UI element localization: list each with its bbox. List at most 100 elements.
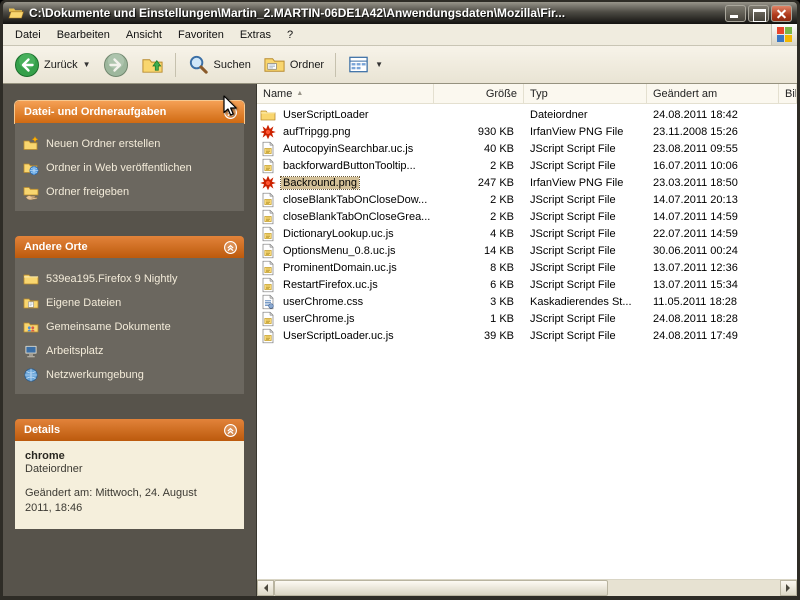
sidebar-task-item[interactable]: Ordner in Web veröffentlichen (23, 156, 236, 180)
section-body-file-tasks: Neuen Ordner erstellenOrdner in Web verö… (15, 123, 244, 211)
file-size: 8 KB (434, 262, 524, 274)
open-folder-icon (8, 5, 24, 21)
file-name: aufTripgg.png (281, 126, 352, 138)
details-folder-name: chrome (25, 450, 234, 462)
scroll-right-icon (786, 584, 794, 592)
css-icon (260, 294, 276, 310)
file-row[interactable]: userChrome.js1 KBJScript Script File24.0… (257, 310, 797, 327)
file-row[interactable]: OptionsMenu_0.8.uc.js14 KBJScript Script… (257, 242, 797, 259)
column-header-modified[interactable]: Geändert am (647, 84, 779, 103)
windows-logo (771, 24, 797, 45)
views-dropdown-icon[interactable]: ▼ (375, 60, 383, 69)
file-row[interactable]: UserScriptLoaderDateiordner24.08.2011 18… (257, 106, 797, 123)
jscript-icon (260, 243, 276, 259)
file-type: Dateiordner (524, 109, 647, 121)
jscript-icon (260, 141, 276, 157)
network-icon (23, 367, 39, 383)
menu-item-extras[interactable]: Extras (232, 25, 279, 45)
file-row[interactable]: DictionaryLookup.uc.js4 KBJScript Script… (257, 225, 797, 242)
forward-button[interactable] (98, 49, 134, 81)
column-header-name[interactable]: Name▲ (257, 84, 434, 103)
views-button[interactable]: ▼ (342, 50, 388, 79)
file-name: DictionaryLookup.uc.js (281, 228, 396, 240)
collapse-chevron-icon[interactable] (223, 105, 238, 120)
file-type: JScript Script File (524, 313, 647, 325)
file-modified: 13.07.2011 15:34 (647, 279, 779, 291)
file-size: 4 KB (434, 228, 524, 240)
sidebar-task-item[interactable]: Arbeitsplatz (23, 339, 236, 363)
file-modified: 13.07.2011 12:36 (647, 262, 779, 274)
section-header-details[interactable]: Details (15, 419, 244, 441)
file-size: 3 KB (434, 296, 524, 308)
file-row[interactable]: closeBlankTabOnCloseDow...2 KBJScript Sc… (257, 191, 797, 208)
file-modified: 24.08.2011 18:42 (647, 109, 779, 121)
file-row[interactable]: backforwardButtonTooltip...2 KBJScript S… (257, 157, 797, 174)
column-header-image[interactable]: Bild (779, 84, 797, 103)
menu-item-bearbeiten[interactable]: Bearbeiten (49, 25, 118, 45)
forward-icon (103, 52, 129, 78)
file-type: IrfanView PNG File (524, 177, 647, 189)
scrollbar-thumb[interactable] (274, 580, 608, 596)
details-panel: chrome Dateiordner Geändert am: Mittwoch… (15, 441, 244, 529)
scrollbar-track[interactable] (274, 580, 780, 596)
task-item-label: Ordner freigeben (46, 184, 129, 198)
column-header-type[interactable]: Typ (524, 84, 647, 103)
scroll-left-button[interactable] (257, 580, 274, 596)
up-button[interactable] (136, 50, 169, 79)
file-row[interactable]: userChrome.css3 KBKaskadierendes St...11… (257, 293, 797, 310)
column-headers: Name▲Größe Typ Geändert am Bild (257, 84, 797, 104)
file-modified: 30.06.2011 00:24 (647, 245, 779, 257)
collapse-chevron-icon[interactable] (223, 240, 238, 255)
minimize-button[interactable] (725, 5, 746, 22)
menu-item-ansicht[interactable]: Ansicht (118, 25, 170, 45)
menu-item-hilfe[interactable]: ? (279, 25, 301, 45)
sidebar-task-item[interactable]: Netzwerkumgebung (23, 363, 236, 387)
folder-icon (23, 271, 39, 287)
section-title: Datei- und Ordneraufgaben (24, 106, 166, 118)
file-row[interactable]: ProminentDomain.uc.js8 KBJScript Script … (257, 259, 797, 276)
file-type: JScript Script File (524, 211, 647, 223)
file-type: IrfanView PNG File (524, 126, 647, 138)
toolbar-separator (335, 53, 336, 77)
menu-item-datei[interactable]: Datei (7, 25, 49, 45)
back-button[interactable]: Zurück ▼ (9, 49, 96, 81)
file-row[interactable]: aufTripgg.png930 KBIrfanView PNG File23.… (257, 123, 797, 140)
file-row[interactable]: Backround.png247 KBIrfanView PNG File23.… (257, 174, 797, 191)
file-row[interactable]: RestartFirefox.uc.js6 KBJScript Script F… (257, 276, 797, 293)
folders-button[interactable]: Ordner (258, 50, 329, 79)
search-button[interactable]: Suchen (182, 50, 256, 79)
section-header-other-places[interactable]: Andere Orte (15, 236, 244, 258)
back-dropdown-icon[interactable]: ▼ (83, 60, 91, 69)
file-modified: 23.11.2008 15:26 (647, 126, 779, 138)
file-name: AutocopyinSearchbar.uc.js (281, 143, 415, 155)
collapse-chevron-icon[interactable] (223, 423, 238, 438)
file-size: 14 KB (434, 245, 524, 257)
file-type: JScript Script File (524, 143, 647, 155)
search-label: Suchen (214, 59, 251, 71)
maximize-button[interactable] (748, 5, 769, 22)
file-type: Kaskadierendes St... (524, 296, 647, 308)
sidebar-task-item[interactable]: Eigene Dateien (23, 291, 236, 315)
sidebar-task-item[interactable]: Neuen Ordner erstellen (23, 132, 236, 156)
scroll-right-button[interactable] (780, 580, 797, 596)
horizontal-scrollbar[interactable] (257, 579, 797, 596)
file-row[interactable]: AutocopyinSearchbar.uc.js40 KBJScript Sc… (257, 140, 797, 157)
title-bar[interactable]: C:\Dokumente und Einstellungen\Martin_2.… (3, 2, 797, 24)
close-button[interactable] (771, 5, 792, 22)
sidebar-task-item[interactable]: Gemeinsame Dokumente (23, 315, 236, 339)
file-row[interactable]: closeBlankTabOnCloseGrea...2 KBJScript S… (257, 208, 797, 225)
file-row[interactable]: UserScriptLoader.uc.js39 KBJScript Scrip… (257, 327, 797, 344)
folders-icon (263, 53, 286, 76)
sidebar-task-item[interactable]: Ordner freigeben (23, 180, 236, 204)
file-modified: 14.07.2011 14:59 (647, 211, 779, 223)
section-header-file-tasks[interactable]: Datei- und Ordneraufgaben (15, 101, 244, 123)
column-header-size[interactable]: Größe (434, 84, 524, 103)
windows-flag-icon (777, 27, 792, 42)
documents-folder-icon (23, 295, 39, 311)
menu-item-favoriten[interactable]: Favoriten (170, 25, 232, 45)
column-label: Typ (530, 88, 548, 100)
section-details: Details chrome Dateiordner Geändert am: … (15, 419, 244, 529)
column-label: Name (263, 88, 292, 100)
sidebar-task-item[interactable]: 539ea195.Firefox 9 Nightly (23, 267, 236, 291)
column-label: Geändert am (653, 88, 717, 100)
